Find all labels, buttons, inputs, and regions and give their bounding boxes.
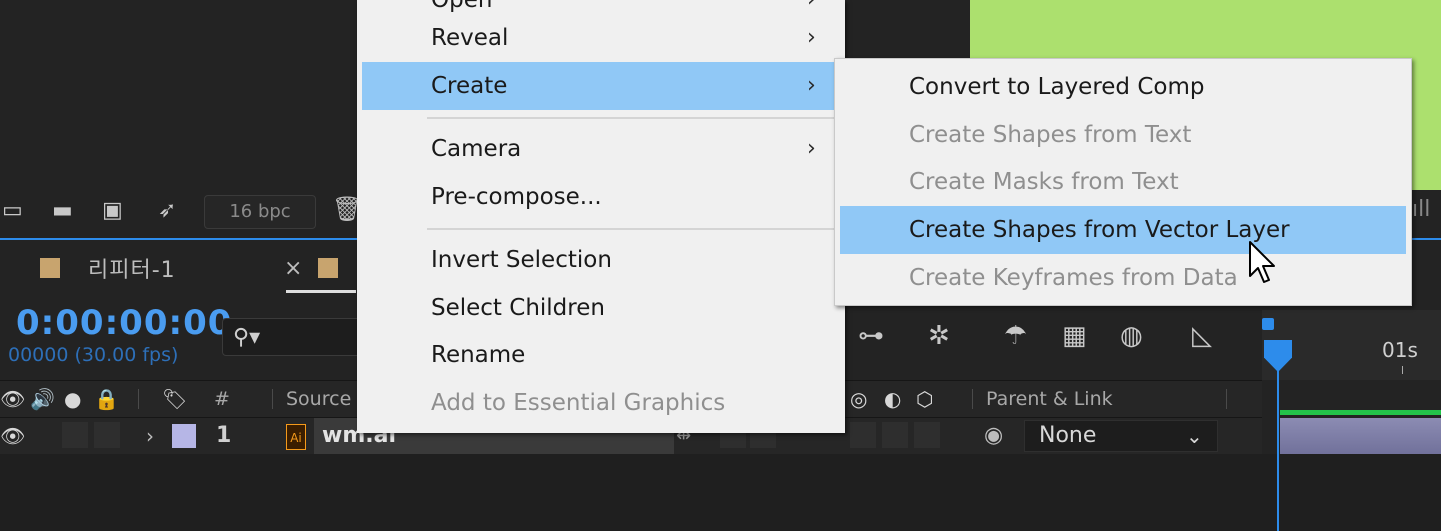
layer-duration-bar[interactable]: [1280, 418, 1441, 454]
motion-blur-switch-icon[interactable]: ◎: [850, 381, 867, 417]
new-composition-icon[interactable]: ▣: [102, 188, 123, 234]
menu-item-select-children[interactable]: Select Children: [357, 284, 845, 332]
menu-item-reveal[interactable]: Reveal ›: [357, 14, 845, 62]
ruler-label-1s: 01s: [1382, 338, 1418, 362]
layer-index: 1: [216, 423, 232, 448]
layer-switch-cell[interactable]: [882, 422, 908, 448]
motion-blur-icon[interactable]: ◍: [1120, 316, 1143, 356]
audio-icon[interactable]: 🔊: [30, 381, 55, 417]
menu-item-create[interactable]: Create ›: [362, 62, 840, 110]
layer-lock-cell[interactable]: [94, 422, 120, 448]
3d-layer-icon[interactable]: ⬡: [916, 381, 933, 417]
layer-label-color[interactable]: [172, 424, 196, 448]
chevron-right-icon: ›: [807, 73, 816, 98]
empty-layer-area: [0, 454, 1441, 531]
bit-depth-button[interactable]: 16 bpc: [204, 195, 316, 229]
menu-item-invert-selection[interactable]: Invert Selection: [357, 236, 845, 284]
menu-separator: [427, 117, 837, 119]
chevron-right-icon: ›: [807, 136, 816, 161]
submenu-item-convert-to-layered-comp[interactable]: Convert to Layered Comp: [835, 63, 1411, 111]
tab2-color-swatch: [318, 258, 338, 278]
pickwhip-icon[interactable]: ◉: [984, 418, 1003, 454]
frame-blending-icon[interactable]: ▦: [1062, 316, 1087, 356]
close-icon[interactable]: ×: [284, 256, 302, 281]
adjustment-switch-icon[interactable]: ◐: [884, 381, 901, 417]
menu-item-rename[interactable]: Rename: [357, 331, 845, 379]
create-submenu: Convert to Layered Comp Create Shapes fr…: [834, 58, 1412, 306]
render-range-bar: [1280, 410, 1441, 415]
shy-layers-icon[interactable]: ☂: [1004, 316, 1027, 356]
tab-color-swatch: [40, 258, 60, 278]
interpret-footage-icon[interactable]: ▭: [2, 188, 23, 234]
submenu-item-create-keyframes-from-data[interactable]: Create Keyframes from Data: [835, 254, 1411, 302]
layer-switch-cell[interactable]: [914, 422, 940, 448]
chevron-down-icon[interactable]: ⌄: [1186, 420, 1203, 452]
menu-item-label: Add to Essential Graphics: [431, 390, 726, 416]
work-area-start[interactable]: [1262, 318, 1274, 330]
column-header-number[interactable]: #: [214, 381, 230, 417]
menu-item-label: Create Shapes from Text: [909, 122, 1192, 148]
solo-icon[interactable]: ●: [64, 381, 81, 417]
menu-item-label: Invert Selection: [431, 247, 612, 273]
submenu-item-create-masks-from-text[interactable]: Create Masks from Text: [835, 158, 1411, 206]
menu-item-label: Select Children: [431, 295, 605, 321]
menu-item-label: Pre-compose...: [431, 184, 602, 210]
adjust-icon[interactable]: ➶: [158, 188, 176, 234]
search-input[interactable]: ⚲▾: [222, 318, 362, 356]
menu-item-pre-compose[interactable]: Pre-compose...: [357, 173, 845, 221]
menu-item-label: Create Masks from Text: [909, 169, 1179, 195]
illustrator-file-icon: Ai: [286, 424, 306, 450]
menu-item-label: Convert to Layered Comp: [909, 74, 1205, 100]
flowchart-icon[interactable]: ⊶: [858, 316, 884, 356]
layer-visibility-icon[interactable]: 👁: [0, 418, 25, 454]
column-separator: [1226, 389, 1227, 409]
column-separator: [272, 389, 273, 409]
chevron-right-icon[interactable]: ›: [146, 418, 154, 454]
lock-icon[interactable]: 🔒: [94, 381, 119, 417]
menu-item-camera[interactable]: Camera ›: [357, 125, 845, 173]
menu-item-label: Create: [431, 73, 508, 99]
current-time-display[interactable]: 0:00:00:00: [16, 303, 232, 343]
menu-separator: [427, 228, 837, 230]
layer-switch-cell[interactable]: [850, 422, 876, 448]
submenu-item-create-shapes-from-text[interactable]: Create Shapes from Text: [835, 111, 1411, 159]
label-tag-icon[interactable]: 🏷: [162, 381, 187, 417]
menu-item-add-to-essential-graphics[interactable]: Add to Essential Graphics: [357, 379, 845, 427]
frame-count-display: 00000 (30.00 fps): [8, 344, 179, 366]
menu-item-label: Rename: [431, 342, 526, 368]
mouse-cursor-icon: [1249, 241, 1275, 283]
current-time-indicator-line[interactable]: [1277, 366, 1279, 531]
graph-editor-icon[interactable]: ◺: [1192, 316, 1212, 356]
context-menu: Open › Reveal › Create › Camera › Pre-co…: [357, 0, 845, 433]
menu-item-label: Create Keyframes from Data: [909, 265, 1238, 291]
column-header-parent-link[interactable]: Parent & Link: [986, 381, 1113, 417]
column-separator: [138, 389, 139, 409]
timeline-switches-toolbar: ⊶ ✲ ☂ ▦ ◍ ◺: [856, 316, 1256, 356]
new-folder-icon[interactable]: ▬: [52, 188, 73, 234]
active-tab-indicator: [286, 290, 356, 293]
ruler-tick: [1402, 366, 1403, 374]
layer-audio-cell[interactable]: [62, 422, 88, 448]
menu-item-label: Reveal: [431, 25, 509, 51]
eye-icon[interactable]: 👁: [0, 381, 25, 417]
tab-composition-name[interactable]: 리피터-1: [88, 252, 176, 284]
chevron-right-icon: ›: [807, 25, 816, 50]
menu-item-label: Camera: [431, 136, 522, 162]
column-separator: [972, 389, 973, 409]
menu-item-label: Create Shapes from Vector Layer: [909, 217, 1290, 243]
submenu-item-create-shapes-from-vector-layer[interactable]: Create Shapes from Vector Layer: [840, 206, 1406, 254]
draft-3d-icon[interactable]: ✲: [928, 316, 950, 356]
right-panel-glyph: ıll: [1412, 197, 1431, 222]
